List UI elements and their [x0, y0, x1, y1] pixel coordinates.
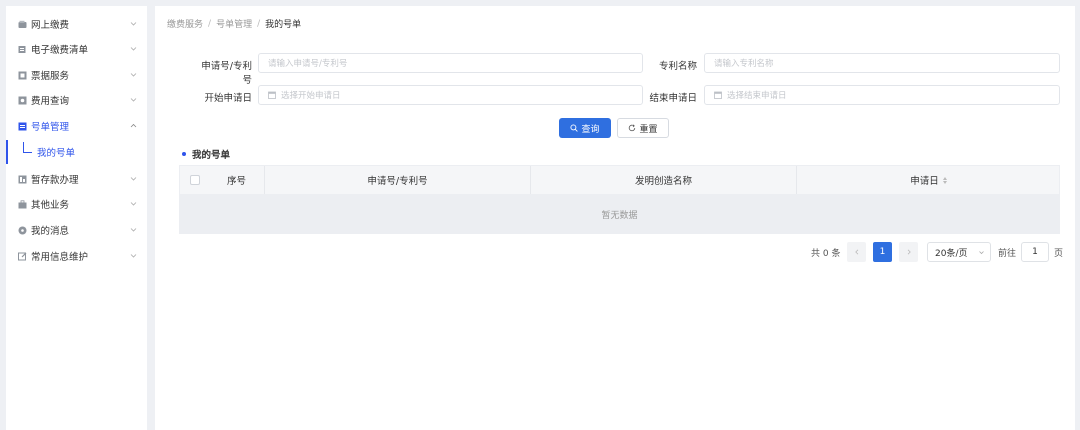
column-header-app-date[interactable]: 申请日	[796, 166, 1060, 194]
section-title-text: 我的号单	[192, 150, 231, 161]
numbers-table: 序号 申请号/专利号 发明创造名称 申请日 暂无数据	[179, 165, 1060, 234]
chevron-down-icon	[130, 202, 137, 206]
refresh-icon	[629, 124, 636, 132]
breadcrumb: 缴费服务 / 号单管理 / 我的号单	[167, 17, 302, 31]
column-header-index: 序号	[226, 176, 246, 187]
chevron-down-icon	[130, 254, 137, 258]
sidebar-item-payment-list[interactable]: 电子缴费清单	[6, 37, 147, 61]
end-date-picker[interactable]: 选择结束申请日	[704, 85, 1060, 105]
search-icon	[570, 124, 579, 132]
document-icon	[18, 122, 27, 131]
sidebar-item-receipt-service[interactable]: 票据服务	[6, 63, 147, 87]
page-button-current[interactable]: 1	[873, 242, 892, 262]
column-header-app-date-label: 申请日	[910, 176, 939, 187]
breadcrumb-item[interactable]: 缴费服务	[167, 17, 203, 30]
app-no-input[interactable]: 请输入申请号/专利号	[258, 53, 643, 73]
receipt-icon	[18, 71, 27, 80]
wallet-icon	[18, 20, 27, 29]
sidebar-item-my-messages[interactable]: 我的消息	[6, 218, 147, 242]
select-all-checkbox[interactable]	[189, 175, 200, 185]
sidebar-item-label: 网上缴费	[31, 20, 70, 31]
patent-name-label: 专利名称	[658, 61, 697, 72]
start-date-label: 开始申请日	[204, 93, 252, 104]
start-date-picker[interactable]: 选择开始申请日	[258, 85, 643, 105]
reset-button-label: 重置	[639, 124, 658, 135]
chevron-down-icon	[130, 47, 137, 51]
calendar-icon	[714, 91, 722, 99]
sidebar-item-label: 电子缴费清单	[31, 45, 89, 56]
tree-connector	[23, 142, 32, 153]
sidebar-item-fee-query[interactable]: 费用查询	[6, 88, 147, 112]
sidebar-item-number-management[interactable]: 号单管理	[6, 114, 147, 138]
breadcrumb-item[interactable]: 号单管理	[216, 17, 252, 30]
page-unit-label: 页	[1054, 248, 1064, 259]
breadcrumb-current: 我的号单	[265, 20, 302, 30]
sidebar-item-label: 其他业务	[31, 200, 70, 211]
empty-row: 暂无数据	[179, 195, 1060, 234]
column-header-app-no: 申请号/专利号	[264, 166, 530, 194]
select-all-cell	[180, 166, 209, 194]
page-size-value: 20条/页	[935, 248, 968, 259]
empty-text: 暂无数据	[601, 211, 638, 221]
end-date-placeholder: 选择结束申请日	[727, 91, 787, 101]
sidebar-item-deposit[interactable]: 暂存款办理	[6, 167, 147, 191]
pagination-total: 共 0 条	[811, 248, 841, 259]
edit-icon	[18, 252, 27, 261]
next-page-button[interactable]	[899, 242, 918, 262]
briefcase-icon	[18, 199, 27, 209]
chevron-down-icon	[979, 251, 984, 255]
active-indicator	[6, 140, 8, 164]
sidebar-item-label: 号单管理	[31, 122, 70, 133]
sidebar-item-label: 常用信息维护	[31, 252, 89, 263]
chevron-up-icon	[130, 123, 137, 128]
chevron-down-icon	[130, 22, 137, 26]
reset-button[interactable]: 重置	[617, 118, 669, 138]
query-button[interactable]: 查询	[559, 118, 611, 138]
chevron-down-icon	[130, 228, 137, 232]
goto-page-input[interactable]: 1	[1021, 242, 1049, 262]
chevron-down-icon	[130, 73, 137, 77]
breadcrumb-separator: /	[208, 18, 212, 29]
bullet-dot	[182, 152, 186, 156]
calendar-icon	[268, 91, 276, 99]
section-title: 我的号单	[182, 147, 230, 161]
deposit-icon	[18, 175, 27, 184]
chevron-down-icon	[130, 98, 137, 102]
column-header-invention-name: 发明创造名称	[530, 166, 796, 194]
goto-label: 前往	[998, 248, 1017, 259]
sidebar-item-label: 我的消息	[31, 226, 70, 237]
sort-icon[interactable]	[942, 176, 947, 184]
sidebar-item-label: 票据服务	[31, 71, 70, 82]
app-no-placeholder: 请输入申请号/专利号	[268, 59, 348, 69]
search-doc-icon	[18, 96, 27, 105]
sidebar-item-common-info[interactable]: 常用信息维护	[6, 244, 147, 268]
list-icon	[18, 45, 27, 54]
breadcrumb-separator: /	[257, 18, 261, 29]
chevron-right-icon	[907, 249, 911, 255]
sidebar-item-online-payment[interactable]: 网上缴费	[6, 12, 147, 36]
sidebar-subitem-my-numbers[interactable]: 我的号单	[6, 140, 147, 164]
sidebar-item-label: 费用查询	[31, 96, 70, 107]
message-icon	[18, 226, 27, 235]
prev-page-button[interactable]	[847, 242, 866, 262]
sidebar-subitem-label: 我的号单	[37, 148, 76, 159]
end-date-label: 结束申请日	[649, 93, 697, 104]
chevron-down-icon	[130, 177, 137, 181]
page-size-select[interactable]: 20条/页	[927, 242, 991, 262]
sidebar-item-other-business[interactable]: 其他业务	[6, 192, 147, 216]
sidebar: 网上缴费 电子缴费清单 票据服务 费用查询 号单管理 我的号单 暂存款办理 其他…	[6, 6, 147, 430]
query-button-label: 查询	[581, 124, 600, 135]
app-no-label: 申请号/专利号	[201, 61, 252, 86]
patent-name-input[interactable]: 请输入专利名称	[704, 53, 1060, 73]
start-date-placeholder: 选择开始申请日	[281, 91, 341, 101]
sidebar-item-label: 暂存款办理	[31, 175, 79, 186]
chevron-left-icon	[854, 249, 858, 255]
main-panel: 缴费服务 / 号单管理 / 我的号单 申请号/专利号 请输入申请号/专利号 专利…	[155, 6, 1075, 430]
patent-name-placeholder: 请输入专利名称	[714, 59, 774, 69]
table-header: 序号 申请号/专利号 发明创造名称 申请日	[179, 165, 1060, 195]
